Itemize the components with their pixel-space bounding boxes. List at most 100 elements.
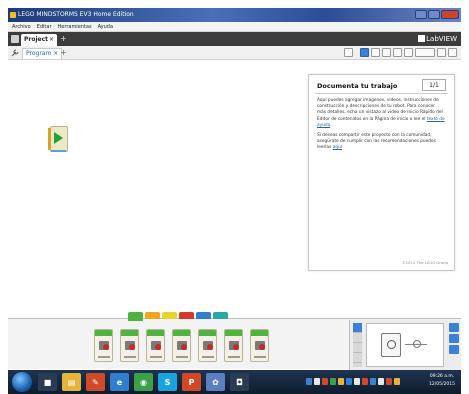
page-indicator[interactable]: 1/1 bbox=[422, 79, 446, 91]
start-block-strip bbox=[51, 150, 66, 152]
block-port-dot bbox=[155, 344, 161, 350]
block-label bbox=[98, 356, 110, 358]
app-icon bbox=[10, 12, 16, 18]
taskbar-apps: ■ ▤ ✎ e ◉ S P ✿ ◘ bbox=[38, 373, 249, 391]
window-title: LEGO MINDSTORMS EV3 Home Edition bbox=[18, 11, 134, 18]
tray-icon[interactable] bbox=[338, 378, 344, 385]
start-block-tab bbox=[48, 128, 51, 150]
paint-app-icon[interactable]: ✎ bbox=[86, 373, 105, 391]
tab-project[interactable]: Project × bbox=[21, 34, 57, 46]
palette-block[interactable] bbox=[120, 329, 139, 362]
taskbar-clock[interactable]: 09:26 a.m. 12/05/2015 bbox=[429, 373, 455, 389]
comment-add-icon[interactable] bbox=[382, 48, 391, 57]
palette-block[interactable] bbox=[146, 329, 165, 362]
hardware-page-tabs bbox=[353, 323, 362, 367]
block-port-dot bbox=[259, 344, 265, 350]
wrench-icon[interactable] bbox=[11, 49, 19, 57]
tray-icon[interactable] bbox=[370, 378, 376, 385]
run-selected-icon[interactable] bbox=[449, 345, 459, 354]
content-editor-icon[interactable] bbox=[437, 48, 446, 57]
menu-archivo[interactable]: Archivo bbox=[12, 22, 31, 31]
hardware-page-toggle-icon[interactable] bbox=[448, 48, 457, 57]
doc-divider bbox=[315, 93, 448, 94]
zoom-controls-icon[interactable] bbox=[415, 48, 435, 57]
palette-category-tab[interactable] bbox=[162, 312, 177, 319]
redo-icon[interactable] bbox=[404, 48, 413, 57]
tab-program[interactable]: Program × bbox=[22, 48, 63, 59]
select-tool-icon[interactable] bbox=[360, 48, 369, 57]
menu-herramientas[interactable]: Herramientas bbox=[58, 22, 92, 31]
project-tab-bar: Project × + LabVIEW bbox=[8, 32, 461, 46]
download-icon[interactable] bbox=[449, 323, 459, 332]
powerpoint-app-icon[interactable]: P bbox=[182, 373, 201, 391]
palette-block[interactable] bbox=[198, 329, 217, 362]
clock-date: 12/05/2015 bbox=[429, 382, 455, 387]
menu-editar[interactable]: Editar bbox=[37, 22, 52, 31]
play-icon bbox=[54, 132, 63, 144]
tray-icon[interactable] bbox=[322, 378, 328, 385]
tray-icon[interactable] bbox=[378, 378, 384, 385]
stop-app-icon[interactable]: ■ bbox=[38, 373, 57, 391]
content-editor-panel: Documenta tu trabajo 1/1 Aquí puedes agr… bbox=[308, 74, 455, 271]
add-program-button[interactable]: + bbox=[60, 48, 67, 57]
palette-category-tab[interactable] bbox=[128, 312, 143, 321]
windows-start-button[interactable] bbox=[12, 372, 32, 392]
ev3-app-icon[interactable]: ◘ bbox=[230, 373, 249, 391]
tray-icon[interactable] bbox=[314, 378, 320, 385]
block-label bbox=[202, 356, 214, 358]
close-program-icon[interactable]: × bbox=[53, 50, 58, 57]
project-tab-label: Project bbox=[24, 36, 49, 43]
maximize-button[interactable] bbox=[428, 10, 440, 19]
copyright-footer: ©2014 The LEGO Group bbox=[401, 260, 448, 265]
tab-extra[interactable] bbox=[353, 353, 362, 363]
tray-icon[interactable] bbox=[394, 378, 400, 385]
doc-paragraph-1-text: Aquí puedes agregar imágenes, videos, in… bbox=[317, 98, 443, 122]
palette-block[interactable] bbox=[172, 329, 191, 362]
hardware-page bbox=[349, 320, 461, 371]
lobby-icon[interactable] bbox=[11, 35, 19, 43]
tab-brick-information[interactable] bbox=[353, 323, 362, 333]
tray-icon[interactable] bbox=[362, 378, 368, 385]
app-window: LEGO MINDSTORMS EV3 Home Edition Archivo… bbox=[8, 8, 461, 394]
undo-icon[interactable] bbox=[393, 48, 402, 57]
block-port-dot bbox=[129, 344, 135, 350]
tray-icon[interactable] bbox=[354, 378, 360, 385]
tray-icon[interactable] bbox=[346, 378, 352, 385]
comment-tool-icon[interactable] bbox=[344, 48, 353, 57]
palette-block[interactable] bbox=[224, 329, 243, 362]
block-port-dot bbox=[103, 344, 109, 350]
palette-category-tab[interactable] bbox=[179, 312, 194, 319]
add-project-button[interactable]: + bbox=[60, 35, 67, 43]
palette-category-tab[interactable] bbox=[145, 312, 160, 319]
doc-panel-body: Aquí puedes agregar imágenes, videos, in… bbox=[317, 98, 445, 156]
palette-category-tab[interactable] bbox=[196, 312, 211, 319]
block-top bbox=[225, 330, 242, 336]
palette-block[interactable] bbox=[94, 329, 113, 362]
block-label bbox=[124, 356, 136, 358]
media-app-icon[interactable]: ✿ bbox=[206, 373, 225, 391]
palette-block[interactable] bbox=[250, 329, 269, 362]
chrome-app-icon[interactable]: ◉ bbox=[134, 373, 153, 391]
menu-ayuda[interactable]: Ayuda bbox=[98, 22, 113, 31]
palette-blocks bbox=[94, 329, 269, 362]
explorer-app-icon[interactable]: ▤ bbox=[62, 373, 81, 391]
guidelines-link[interactable]: aquí bbox=[333, 145, 342, 150]
tray-icon[interactable] bbox=[386, 378, 392, 385]
close-project-icon[interactable]: × bbox=[49, 34, 54, 46]
pan-tool-icon[interactable] bbox=[371, 48, 380, 57]
close-window-button[interactable] bbox=[441, 10, 459, 19]
clock-time: 09:26 a.m. bbox=[429, 374, 455, 379]
tab-port-view[interactable] bbox=[353, 333, 362, 343]
internet-explorer-app-icon[interactable]: e bbox=[110, 373, 129, 391]
palette-category-tab[interactable] bbox=[213, 312, 228, 319]
tab-available-bricks[interactable] bbox=[353, 343, 362, 353]
block-top bbox=[121, 330, 138, 336]
download-and-run-icon[interactable] bbox=[449, 334, 459, 343]
tray-icon[interactable] bbox=[330, 378, 336, 385]
block-label bbox=[228, 356, 240, 358]
start-block[interactable] bbox=[48, 124, 70, 154]
tray-icon[interactable] bbox=[306, 378, 312, 385]
minimize-button[interactable] bbox=[415, 10, 427, 19]
menu-bar: Archivo Editar Herramientas Ayuda bbox=[8, 22, 461, 32]
skype-app-icon[interactable]: S bbox=[158, 373, 177, 391]
